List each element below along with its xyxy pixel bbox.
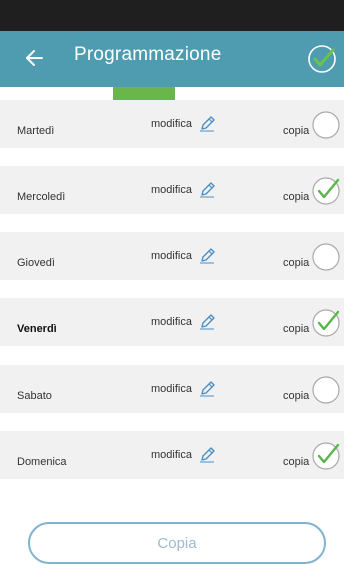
edit-button[interactable]: modifica bbox=[151, 100, 216, 148]
check-circle-icon[interactable] bbox=[310, 373, 342, 405]
edit-label: modifica bbox=[151, 316, 192, 328]
status-bar bbox=[0, 0, 344, 31]
copy-label: copia bbox=[283, 390, 310, 402]
pencil-icon bbox=[199, 314, 215, 330]
day-row: Venerdì modifica copia bbox=[0, 298, 344, 346]
edit-label: modifica bbox=[151, 184, 192, 196]
copy-label: copia bbox=[283, 125, 310, 137]
day-row: Martedì modifica copia bbox=[0, 100, 344, 148]
edit-button[interactable]: modifica bbox=[151, 166, 216, 214]
day-label: Martedì bbox=[17, 125, 55, 137]
day-label: Giovedì bbox=[17, 257, 55, 269]
day-label: Domenica bbox=[17, 456, 67, 468]
day-label: Venerdì bbox=[17, 323, 57, 335]
edit-button[interactable]: modifica bbox=[151, 365, 216, 413]
day-row: Domenica modifica copia bbox=[0, 431, 344, 479]
copy-button[interactable]: Copia bbox=[28, 522, 326, 564]
copy-label: copia bbox=[283, 323, 310, 335]
edit-label: modifica bbox=[151, 449, 192, 461]
pencil-icon bbox=[199, 447, 215, 463]
check-circle-icon-checked[interactable] bbox=[310, 174, 342, 206]
tab-indicator bbox=[113, 87, 175, 100]
edit-label: modifica bbox=[151, 250, 192, 262]
pencil-icon bbox=[199, 381, 215, 397]
pencil-icon bbox=[199, 182, 215, 198]
day-row: Giovedì modifica copia bbox=[0, 232, 344, 280]
day-label: Mercoledì bbox=[17, 191, 66, 203]
edit-button[interactable]: modifica bbox=[151, 232, 216, 280]
edit-button[interactable]: modifica bbox=[151, 298, 216, 346]
pencil-icon bbox=[199, 248, 215, 264]
back-arrow-icon[interactable] bbox=[24, 47, 46, 69]
day-label: Sabato bbox=[17, 390, 52, 402]
check-circle-icon-checked[interactable] bbox=[310, 306, 342, 338]
pencil-icon bbox=[199, 116, 215, 132]
check-circle-icon-checked[interactable] bbox=[310, 439, 342, 471]
copy-label: copia bbox=[283, 456, 310, 468]
page-title: Programmazione bbox=[74, 44, 222, 65]
edit-button[interactable]: modifica bbox=[151, 431, 216, 479]
day-row: Mercoledì modifica copia bbox=[0, 166, 344, 214]
check-circle-icon[interactable] bbox=[310, 240, 342, 272]
edit-label: modifica bbox=[151, 118, 192, 130]
copy-label: copia bbox=[283, 191, 310, 203]
edit-label: modifica bbox=[151, 383, 192, 395]
confirm-check-icon[interactable] bbox=[306, 42, 338, 74]
copy-label: copia bbox=[283, 257, 310, 269]
check-circle-icon[interactable] bbox=[310, 108, 342, 140]
day-row: Sabato modifica copia bbox=[0, 365, 344, 413]
